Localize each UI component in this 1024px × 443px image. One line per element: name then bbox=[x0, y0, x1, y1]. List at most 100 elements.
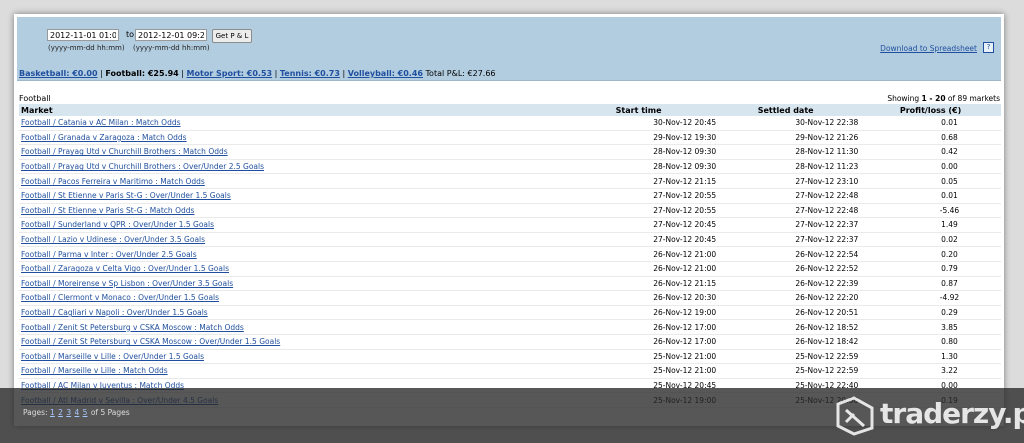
pagination: Pages: 1 2 3 4 5 of 5 Pages bbox=[23, 408, 130, 417]
settled-date-cell: 30-Nov-12 22:38 bbox=[755, 116, 898, 131]
profit-loss-cell: 0.68 bbox=[897, 130, 1001, 146]
market-link[interactable]: Football / St Etienne v Paris St-G : Ove… bbox=[21, 191, 231, 200]
market-link[interactable]: Football / St Etienne v Paris St-G : Mat… bbox=[21, 206, 194, 215]
pagination-suffix: of 5 Pages bbox=[90, 408, 130, 417]
header-start-time[interactable]: Start time bbox=[613, 104, 756, 116]
start-time-cell: 28-Nov-12 09:30 bbox=[613, 159, 756, 175]
market-link[interactable]: Football / Prayag Utd v Churchill Brothe… bbox=[21, 162, 264, 171]
market-cell: Football / Zaragoza v Celta Vigo : Over/… bbox=[19, 261, 614, 277]
to-date-input[interactable] bbox=[135, 29, 207, 41]
start-time-cell: 26-Nov-12 20:30 bbox=[613, 290, 756, 306]
settled-date-cell: 26-Nov-12 18:52 bbox=[755, 319, 898, 335]
download-spreadsheet-link[interactable]: Download to Spreadsheet bbox=[880, 44, 977, 53]
settled-date-cell: 28-Nov-12 11:23 bbox=[755, 159, 898, 175]
profit-loss-cell: 0.29 bbox=[897, 305, 1001, 321]
page-link[interactable]: 4 bbox=[75, 408, 80, 417]
market-cell: Football / Marseille v Lille : Match Odd… bbox=[19, 363, 614, 379]
profit-loss-cell: 3.85 bbox=[897, 319, 1001, 335]
start-time-cell: 25-Nov-12 21:00 bbox=[613, 349, 756, 365]
settled-date-cell: 27-Nov-12 22:37 bbox=[755, 217, 898, 233]
profit-loss-cell: 0.79 bbox=[897, 261, 1001, 277]
summary-separator: | bbox=[181, 69, 184, 78]
market-cell: Football / Prayag Utd v Churchill Brothe… bbox=[19, 159, 614, 175]
market-link[interactable]: Football / Granada v Zaragoza : Match Od… bbox=[21, 133, 187, 142]
settled-date-cell: 26-Nov-12 22:52 bbox=[755, 261, 898, 277]
market-link[interactable]: Football / Catania v AC Milan : Match Od… bbox=[21, 118, 181, 127]
market-cell: Football / Pacos Ferreira v Maritimo : M… bbox=[19, 173, 614, 189]
market-cell: Football / Moreirense v Sp Lisbon : Over… bbox=[19, 276, 614, 292]
profit-loss-cell: 0.02 bbox=[897, 232, 1001, 248]
page-link[interactable]: 1 bbox=[50, 408, 55, 417]
profit-loss-cell: 0.87 bbox=[897, 276, 1001, 292]
section-title: Football bbox=[19, 94, 51, 103]
profit-loss-cell: 0.05 bbox=[897, 173, 1001, 189]
market-link[interactable]: Football / Marseille v Lille : Over/Unde… bbox=[21, 352, 204, 361]
start-time-cell: 26-Nov-12 21:00 bbox=[613, 261, 756, 277]
market-cell: Football / Cagliari v Napoli : Over/Unde… bbox=[19, 305, 614, 321]
summary-separator: | bbox=[342, 69, 346, 78]
table-header-row: Market Start time Settled date Profit/lo… bbox=[19, 104, 1001, 116]
profit-loss-cell: 1.49 bbox=[897, 217, 1001, 233]
tennis-summary-link[interactable]: Tennis: €0.73 bbox=[280, 69, 340, 78]
start-time-cell: 26-Nov-12 19:00 bbox=[613, 305, 756, 321]
volleyball-summary-link[interactable]: Volleyball: €0.46 bbox=[348, 69, 423, 78]
table-row: Football / Sunderland v QPR : Over/Under… bbox=[19, 217, 1001, 233]
market-link[interactable]: Football / Zenit St Petersburg v CSKA Mo… bbox=[21, 323, 244, 332]
showing-count: Showing 1 - 20 of 89 markets bbox=[887, 94, 1000, 103]
settled-date-cell: 27-Nov-12 22:48 bbox=[755, 188, 898, 204]
market-link[interactable]: Football / Parma v Inter : Over/Under 2.… bbox=[21, 250, 197, 259]
start-time-cell: 30-Nov-12 20:45 bbox=[613, 116, 756, 131]
header-profit-loss[interactable]: Profit/loss (€) bbox=[897, 104, 1001, 116]
market-link[interactable]: Football / Pacos Ferreira v Maritimo : M… bbox=[21, 177, 205, 186]
showing-range: 1 - 20 bbox=[921, 94, 946, 103]
table-row: Football / Parma v Inter : Over/Under 2.… bbox=[19, 246, 1001, 262]
profit-loss-cell: 0.00 bbox=[897, 159, 1001, 175]
markets-table: Market Start time Settled date Profit/lo… bbox=[19, 104, 1001, 408]
markets-table-body: Football / Catania v AC Milan : Match Od… bbox=[19, 116, 1001, 408]
table-row: Football / Pacos Ferreira v Maritimo : M… bbox=[19, 173, 1001, 189]
market-cell: Football / Sunderland v QPR : Over/Under… bbox=[19, 217, 614, 233]
market-cell: Football / St Etienne v Paris St-G : Mat… bbox=[19, 203, 614, 219]
motorsport-summary-link[interactable]: Motor Sport: €0.53 bbox=[187, 69, 273, 78]
profit-loss-cell: 0.42 bbox=[897, 144, 1001, 160]
brand-logo-icon bbox=[836, 396, 874, 436]
table-row: Football / Granada v Zaragoza : Match Od… bbox=[19, 130, 1001, 146]
market-link[interactable]: Football / Cagliari v Napoli : Over/Unde… bbox=[21, 308, 208, 317]
market-cell: Football / Lazio v Udinese : Over/Under … bbox=[19, 232, 614, 248]
profit-loss-page: to (yyyy-mm-dd hh:mm) (yyyy-mm-dd hh:mm)… bbox=[14, 14, 1004, 426]
market-link[interactable]: Football / Clermont v Monaco : Over/Unde… bbox=[21, 293, 219, 302]
page-links: 1 2 3 4 5 bbox=[50, 408, 91, 417]
market-link[interactable]: Football / Zenit St Petersburg v CSKA Mo… bbox=[21, 337, 280, 346]
market-link[interactable]: Football / Lazio v Udinese : Over/Under … bbox=[21, 235, 205, 244]
table-row: Football / St Etienne v Paris St-G : Ove… bbox=[19, 188, 1001, 204]
settled-date-cell: 26-Nov-12 20:51 bbox=[755, 305, 898, 321]
from-date-input[interactable] bbox=[47, 29, 119, 41]
to-date-hint: (yyyy-mm-dd hh:mm) bbox=[133, 44, 210, 52]
from-date-hint: (yyyy-mm-dd hh:mm) bbox=[48, 44, 125, 52]
get-pl-button[interactable]: Get P & L bbox=[212, 29, 252, 43]
market-cell: Football / Granada v Zaragoza : Match Od… bbox=[19, 130, 614, 146]
market-link[interactable]: Football / Prayag Utd v Churchill Brothe… bbox=[21, 147, 228, 156]
market-link[interactable]: Football / Zaragoza v Celta Vigo : Over/… bbox=[21, 264, 229, 273]
profit-loss-cell: -5.46 bbox=[897, 203, 1001, 219]
settled-date-cell: 26-Nov-12 22:20 bbox=[755, 290, 898, 306]
profit-loss-cell: 0.01 bbox=[897, 116, 1001, 131]
header-market[interactable]: Market bbox=[19, 104, 614, 116]
market-cell: Football / Zenit St Petersburg v CSKA Mo… bbox=[19, 319, 614, 335]
market-link[interactable]: Football / Sunderland v QPR : Over/Under… bbox=[21, 220, 214, 229]
table-row: Football / Prayag Utd v Churchill Brothe… bbox=[19, 159, 1001, 175]
market-cell: Football / St Etienne v Paris St-G : Ove… bbox=[19, 188, 614, 204]
market-link[interactable]: Football / Moreirense v Sp Lisbon : Over… bbox=[21, 279, 233, 288]
basketball-summary-link[interactable]: Basketball: €0.00 bbox=[19, 69, 98, 78]
market-link[interactable]: Football / Marseille v Lille : Match Odd… bbox=[21, 366, 168, 375]
page-link[interactable]: 3 bbox=[66, 408, 71, 417]
start-time-cell: 27-Nov-12 20:45 bbox=[613, 232, 756, 248]
page-link[interactable]: 2 bbox=[58, 408, 63, 417]
start-time-cell: 27-Nov-12 20:55 bbox=[613, 188, 756, 204]
table-row: Football / Lazio v Udinese : Over/Under … bbox=[19, 232, 1001, 248]
help-icon[interactable]: ? bbox=[983, 42, 994, 53]
start-time-cell: 29-Nov-12 19:30 bbox=[613, 130, 756, 146]
header-settled-date[interactable]: Settled date bbox=[755, 104, 898, 116]
table-row: Football / St Etienne v Paris St-G : Mat… bbox=[19, 203, 1001, 219]
page-link[interactable]: 5 bbox=[83, 408, 88, 417]
